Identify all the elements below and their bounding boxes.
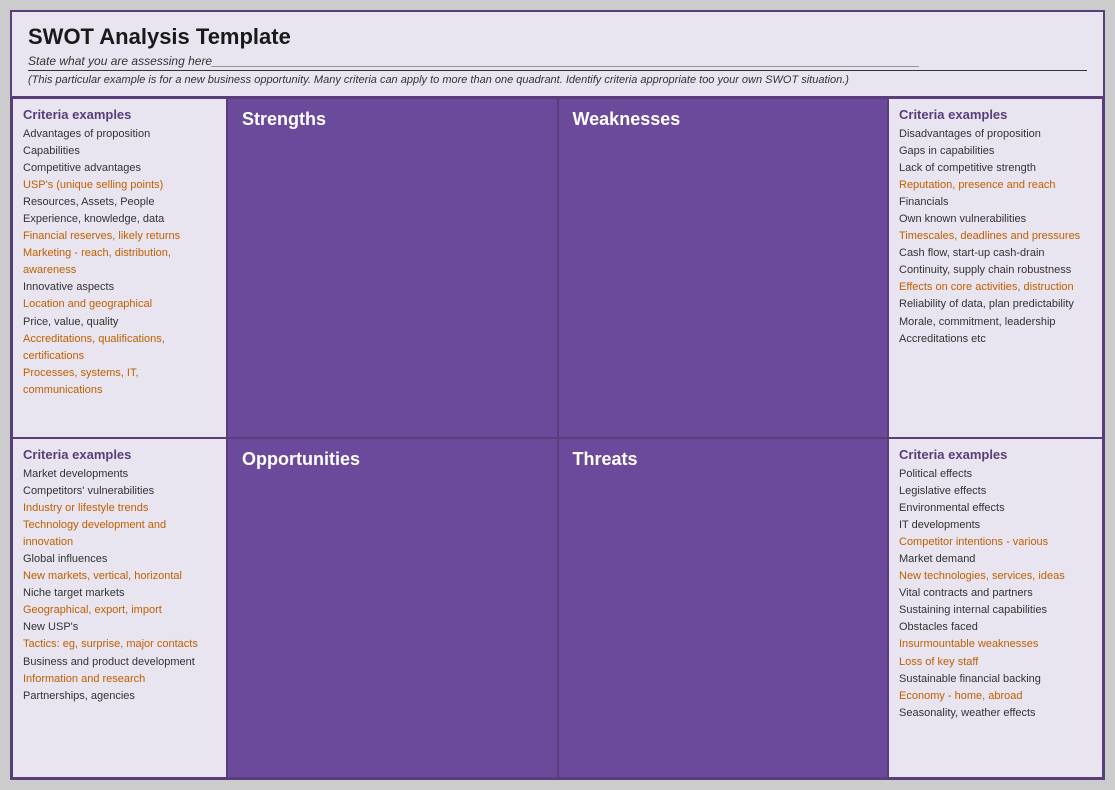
subtitle: State what you are assessing here_______…	[28, 54, 1087, 71]
list-item: Financials	[899, 194, 1092, 211]
list-item: Timescales, deadlines and pressures	[899, 228, 1092, 245]
list-item: Marketing - reach, distribution, awarene…	[23, 245, 216, 279]
list-item: Technology development and innovation	[23, 517, 216, 551]
opportunities-criteria-cell: Criteria examples Market developmentsCom…	[12, 438, 227, 778]
list-item: Loss of key staff	[899, 654, 1092, 671]
list-item: Reputation, presence and reach	[899, 177, 1092, 194]
list-item: Effects on core activities, distruction	[899, 279, 1092, 296]
list-item: Competitive advantages	[23, 160, 216, 177]
threats-criteria-title: Criteria examples	[899, 447, 1092, 462]
swot-page: SWOT Analysis Template State what you ar…	[10, 10, 1105, 780]
swot-grid: Criteria examples Advantages of proposit…	[12, 98, 1103, 778]
list-item: Geographical, export, import	[23, 602, 216, 619]
list-item: Market demand	[899, 551, 1092, 568]
list-item: Capabilities	[23, 143, 216, 160]
strengths-criteria-title: Criteria examples	[23, 107, 216, 122]
strengths-label: Strengths	[242, 109, 326, 130]
threats-header: Threats	[558, 438, 889, 778]
list-item: Economy - home, abroad	[899, 688, 1092, 705]
strengths-criteria-cell: Criteria examples Advantages of proposit…	[12, 98, 227, 438]
weaknesses-criteria-cell: Criteria examples Disadvantages of propo…	[888, 98, 1103, 438]
list-item: Environmental effects	[899, 500, 1092, 517]
list-item: Niche target markets	[23, 585, 216, 602]
weaknesses-label: Weaknesses	[573, 109, 681, 130]
list-item: Innovative aspects	[23, 279, 216, 296]
list-item: Price, value, quality	[23, 314, 216, 331]
list-item: Competitor intentions - various	[899, 534, 1092, 551]
opportunities-criteria-list: Market developmentsCompetitors' vulnerab…	[23, 466, 216, 705]
page-title: SWOT Analysis Template	[28, 24, 1087, 50]
list-item: Cash flow, start-up cash-drain	[899, 245, 1092, 262]
list-item: Sustainable financial backing	[899, 671, 1092, 688]
list-item: Information and research	[23, 671, 216, 688]
list-item: USP's (unique selling points)	[23, 177, 216, 194]
list-item: Market developments	[23, 466, 216, 483]
list-item: Disadvantages of proposition	[899, 126, 1092, 143]
opportunities-label: Opportunities	[242, 449, 360, 470]
list-item: Industry or lifestyle trends	[23, 500, 216, 517]
list-item: Continuity, supply chain robustness	[899, 262, 1092, 279]
header: SWOT Analysis Template State what you ar…	[12, 12, 1103, 98]
weaknesses-header: Weaknesses	[558, 98, 889, 438]
list-item: Lack of competitive strength	[899, 160, 1092, 177]
list-item: Sustaining internal capabilities	[899, 602, 1092, 619]
strengths-criteria-list: Advantages of propositionCapabilitiesCom…	[23, 126, 216, 399]
list-item: Resources, Assets, People	[23, 194, 216, 211]
opportunities-criteria-title: Criteria examples	[23, 447, 216, 462]
threats-criteria-list: Political effectsLegislative effectsEnvi…	[899, 466, 1092, 722]
list-item: Financial reserves, likely returns	[23, 228, 216, 245]
list-item: Partnerships, agencies	[23, 688, 216, 705]
list-item: Morale, commitment, leadership	[899, 314, 1092, 331]
threats-label: Threats	[573, 449, 638, 470]
list-item: Political effects	[899, 466, 1092, 483]
weaknesses-criteria-title: Criteria examples	[899, 107, 1092, 122]
strengths-header: Strengths	[227, 98, 558, 438]
list-item: Reliability of data, plan predictability	[899, 296, 1092, 313]
list-item: New technologies, services, ideas	[899, 568, 1092, 585]
list-item: Accreditations etc	[899, 331, 1092, 348]
list-item: Competitors' vulnerabilities	[23, 483, 216, 500]
list-item: Seasonality, weather effects	[899, 705, 1092, 722]
list-item: Processes, systems, IT, communications	[23, 365, 216, 399]
list-item: Experience, knowledge, data	[23, 211, 216, 228]
opportunities-header: Opportunities	[227, 438, 558, 778]
list-item: Advantages of proposition	[23, 126, 216, 143]
list-item: Vital contracts and partners	[899, 585, 1092, 602]
list-item: Insurmountable weaknesses	[899, 636, 1092, 653]
list-item: Legislative effects	[899, 483, 1092, 500]
list-item: Business and product development	[23, 654, 216, 671]
list-item: IT developments	[899, 517, 1092, 534]
list-item: Global influences	[23, 551, 216, 568]
list-item: New markets, vertical, horizontal	[23, 568, 216, 585]
list-item: Tactics: eg, surprise, major contacts	[23, 636, 216, 653]
list-item: Own known vulnerabilities	[899, 211, 1092, 228]
list-item: Location and geographical	[23, 296, 216, 313]
list-item: Obstacles faced	[899, 619, 1092, 636]
list-item: Gaps in capabilities	[899, 143, 1092, 160]
threats-criteria-cell: Criteria examples Political effectsLegis…	[888, 438, 1103, 778]
description: (This particular example is for a new bu…	[28, 74, 1087, 86]
list-item: New USP's	[23, 619, 216, 636]
weaknesses-criteria-list: Disadvantages of propositionGaps in capa…	[899, 126, 1092, 348]
list-item: Accreditations, qualifications, certific…	[23, 331, 216, 365]
